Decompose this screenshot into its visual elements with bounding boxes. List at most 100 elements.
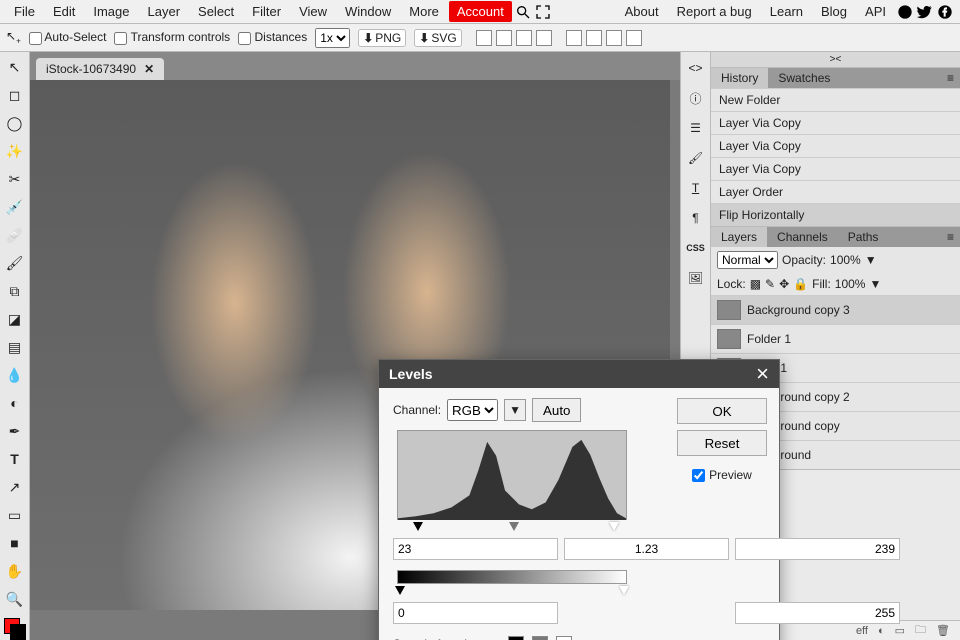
tab-layers[interactable]: Layers <box>711 227 767 247</box>
dist-v-button[interactable] <box>586 30 602 46</box>
tool-gradient[interactable]: ▤ <box>4 336 26 358</box>
reset-button[interactable]: Reset <box>677 430 767 456</box>
tool-pen[interactable]: ✒ <box>4 420 26 442</box>
dist-sp-button[interactable] <box>606 30 622 46</box>
dist-more-button[interactable] <box>626 30 642 46</box>
gamma-input[interactable] <box>564 538 729 560</box>
export-scale-select[interactable]: 1x <box>315 28 350 48</box>
tool-hand[interactable]: ✋ <box>4 560 26 582</box>
menu-window[interactable]: Window <box>337 1 399 22</box>
distances-checkbox[interactable]: Distances <box>238 30 307 44</box>
out-white-handle[interactable] <box>619 586 629 595</box>
tab-history[interactable]: History <box>711 68 768 88</box>
fill-value[interactable]: 100% <box>835 277 866 291</box>
menu-about[interactable]: About <box>617 1 667 22</box>
search-icon[interactable] <box>514 3 532 21</box>
tool-text[interactable]: T <box>4 448 26 470</box>
dist-h-button[interactable] <box>566 30 582 46</box>
output-slider[interactable] <box>393 586 765 596</box>
black-point-handle[interactable] <box>413 522 423 531</box>
out-black-handle[interactable] <box>395 586 405 595</box>
input-slider[interactable] <box>393 522 765 532</box>
history-item[interactable]: New Folder <box>711 88 960 111</box>
tool-eyedropper[interactable]: 💉 <box>4 196 26 218</box>
info-icon[interactable]: ⓘ <box>686 88 706 108</box>
tool-shape-select[interactable]: ▭ <box>4 504 26 526</box>
menu-image[interactable]: Image <box>85 1 137 22</box>
lock-pixels-icon[interactable]: ✎ <box>765 277 775 291</box>
tool-zoom[interactable]: 🔍 <box>4 588 26 610</box>
blend-mode-select[interactable]: Normal <box>717 251 778 269</box>
channel-select[interactable]: RGB <box>447 399 498 421</box>
export-png-button[interactable]: ⬇PNG <box>358 29 406 47</box>
menu-api[interactable]: API <box>857 1 894 22</box>
status-trash-icon[interactable]: 🗑 <box>936 624 950 637</box>
tool-path[interactable]: ↗ <box>4 476 26 498</box>
history-item[interactable]: Flip Horizontally <box>711 203 960 226</box>
character-icon[interactable]: T <box>686 178 706 198</box>
tool-clone[interactable]: ⧉ <box>4 280 26 302</box>
menu-more[interactable]: More <box>401 1 447 22</box>
opacity-value[interactable]: 100% <box>830 253 861 267</box>
ok-button[interactable]: OK <box>677 398 767 424</box>
align-right-button[interactable] <box>516 30 532 46</box>
layer-row[interactable]: Background copy 3 <box>711 295 960 324</box>
white-point-handle[interactable] <box>609 522 619 531</box>
status-mask-icon[interactable]: ▭ <box>895 624 905 637</box>
sample-white-button[interactable] <box>556 636 572 640</box>
menu-blog[interactable]: Blog <box>813 1 855 22</box>
sample-gray-button[interactable] <box>532 636 548 640</box>
css-icon[interactable]: CSS <box>686 238 706 258</box>
dialog-titlebar[interactable]: Levels × <box>379 360 779 388</box>
brush-panel-icon[interactable]: 🖌 <box>686 148 706 168</box>
menu-select[interactable]: Select <box>190 1 242 22</box>
status-contrast-icon[interactable]: ◐ <box>878 625 885 637</box>
tool-crop[interactable]: ✂ <box>4 168 26 190</box>
out-white-input[interactable] <box>735 602 900 624</box>
preview-checkbox[interactable]: Preview <box>677 468 767 482</box>
menu-layer[interactable]: Layer <box>140 1 189 22</box>
close-icon[interactable]: × <box>756 363 769 385</box>
reddit-icon[interactable] <box>896 3 914 21</box>
export-svg-button[interactable]: ⬇SVG <box>414 29 461 47</box>
channel-extra-button[interactable]: ▼ <box>504 399 526 421</box>
tool-rect-shape[interactable]: ■ <box>4 532 26 554</box>
color-swatch[interactable] <box>4 618 26 640</box>
black-point-input[interactable] <box>393 538 558 560</box>
adjustments-icon[interactable]: ☰ <box>686 118 706 138</box>
document-tab[interactable]: iStock-10673490 ✕ <box>36 58 164 80</box>
history-item[interactable]: Layer Via Copy <box>711 134 960 157</box>
menu-view[interactable]: View <box>291 1 335 22</box>
lock-all-icon[interactable]: 🔒 <box>793 277 808 291</box>
menu-file[interactable]: File <box>6 1 43 22</box>
history-menu-icon[interactable]: ≡ <box>941 68 960 88</box>
white-point-input[interactable] <box>735 538 900 560</box>
sample-black-button[interactable] <box>508 636 524 640</box>
auto-select-checkbox[interactable]: Auto-Select <box>29 30 107 44</box>
tool-rect-select[interactable]: ◻ <box>4 84 26 106</box>
tab-paths[interactable]: Paths <box>838 227 889 247</box>
history-item[interactable]: Layer Via Copy <box>711 111 960 134</box>
tool-dodge[interactable]: ◐ <box>4 392 26 414</box>
close-tab-button[interactable]: ✕ <box>144 62 154 76</box>
menu-edit[interactable]: Edit <box>45 1 83 22</box>
menu-account[interactable]: Account <box>449 1 512 22</box>
history-item[interactable]: Layer Order <box>711 180 960 203</box>
align-center-button[interactable] <box>496 30 512 46</box>
twitter-icon[interactable] <box>916 3 934 21</box>
layers-menu-icon[interactable]: ≡ <box>941 227 960 247</box>
history-item[interactable]: Layer Via Copy <box>711 157 960 180</box>
menu-filter[interactable]: Filter <box>244 1 289 22</box>
facebook-icon[interactable] <box>936 3 954 21</box>
align-left-button[interactable] <box>476 30 492 46</box>
align-top-button[interactable] <box>536 30 552 46</box>
out-black-input[interactable] <box>393 602 558 624</box>
tab-swatches[interactable]: Swatches <box>768 68 840 88</box>
fullscreen-icon[interactable] <box>534 3 552 21</box>
panel-collapse-button[interactable]: >< <box>711 52 960 68</box>
status-folder-icon[interactable]: 🗀 <box>915 621 926 640</box>
layer-row[interactable]: Folder 1 <box>711 324 960 353</box>
tool-move[interactable]: ↖ <box>4 56 26 78</box>
tool-heal[interactable]: 🩹 <box>4 224 26 246</box>
gamma-handle[interactable] <box>509 522 519 531</box>
